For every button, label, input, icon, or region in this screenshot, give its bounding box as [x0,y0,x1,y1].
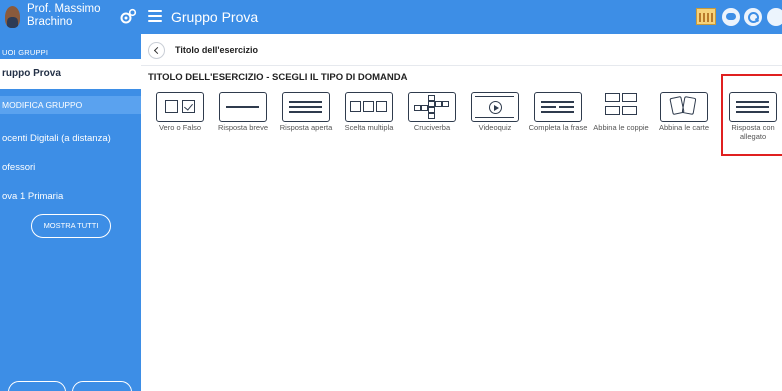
type-card-video-quiz[interactable]: Videoquiz [463,90,527,154]
true-false-icon [156,92,204,122]
search-icon[interactable] [744,8,762,26]
edit-group-button[interactable]: MODIFICA GRUPPO [0,96,141,114]
type-label: Vero o Falso [158,123,202,132]
video-quiz-icon [471,92,519,122]
short-answer-icon [219,92,267,122]
match-pairs-icon [597,92,645,122]
avatar[interactable] [5,6,20,28]
type-label: Risposta aperta [279,123,333,132]
breadcrumb: Titolo dell'esercizio [141,34,782,66]
user-name[interactable]: Prof. Massimo Brachino [27,3,117,29]
back-button[interactable] [148,42,165,59]
menu-icon[interactable] [148,10,162,22]
sidebar-footer-button-left[interactable] [8,381,66,391]
multiple-choice-icon [345,92,393,122]
breadcrumb-title: Titolo dell'esercizio [175,45,258,55]
chat-icon[interactable] [722,8,740,26]
type-label: Completa la frase [528,123,588,132]
match-cards-icon [660,92,708,122]
type-label: Abbina le carte [658,123,710,132]
type-card-open-answer[interactable]: Risposta aperta [274,90,338,154]
section-title: TITOLO DELL'ESERCIZIO - SCEGLI IL TIPO D… [148,72,408,83]
sidebar-item-digital-teachers[interactable]: ocenti Digitali (a distanza) [0,133,141,144]
type-card-match-cards[interactable]: Abbina le carte [652,90,716,154]
type-card-true-false[interactable]: Vero o Falso [148,90,212,154]
type-label: Cruciverba [413,123,451,132]
type-label: Videoquiz [478,123,512,132]
type-card-complete-sentence[interactable]: Completa la frase [526,90,590,154]
type-card-crossword[interactable]: Cruciverba [400,90,464,154]
sidebar-item-primary-test[interactable]: ova 1 Primaria [0,191,141,202]
main-content: Titolo dell'esercizio TITOLO DELL'ESERCI… [141,34,782,391]
crossword-icon [408,92,456,122]
notification-icon[interactable] [767,8,782,26]
type-card-multiple-choice[interactable]: Scelta multipla [337,90,401,154]
sidebar-item-active-group[interactable]: ruppo Prova [0,59,141,89]
calendar-icon[interactable] [696,8,716,25]
show-all-button[interactable]: MOSTRA TUTTI [31,214,111,238]
highlight-box [721,74,782,156]
sidebar-item-professors[interactable]: ofessori [0,162,141,173]
sidebar-footer-button-right[interactable] [72,381,132,391]
type-card-match-pairs[interactable]: Abbina le coppie [589,90,653,154]
page-title: Gruppo Prova [171,9,259,25]
open-answer-icon [282,92,330,122]
type-label: Risposta breve [217,123,269,132]
sidebar: UOI GRUPPI ruppo Prova MODIFICA GRUPPO o… [0,34,141,391]
type-label: Abbina le coppie [593,123,649,132]
type-card-short-answer[interactable]: Risposta breve [211,90,275,154]
gear-icon[interactable] [119,8,137,26]
top-bar: Prof. Massimo Brachino Gruppo Prova [0,0,782,34]
type-label: Scelta multipla [344,123,394,132]
complete-sentence-icon [534,92,582,122]
